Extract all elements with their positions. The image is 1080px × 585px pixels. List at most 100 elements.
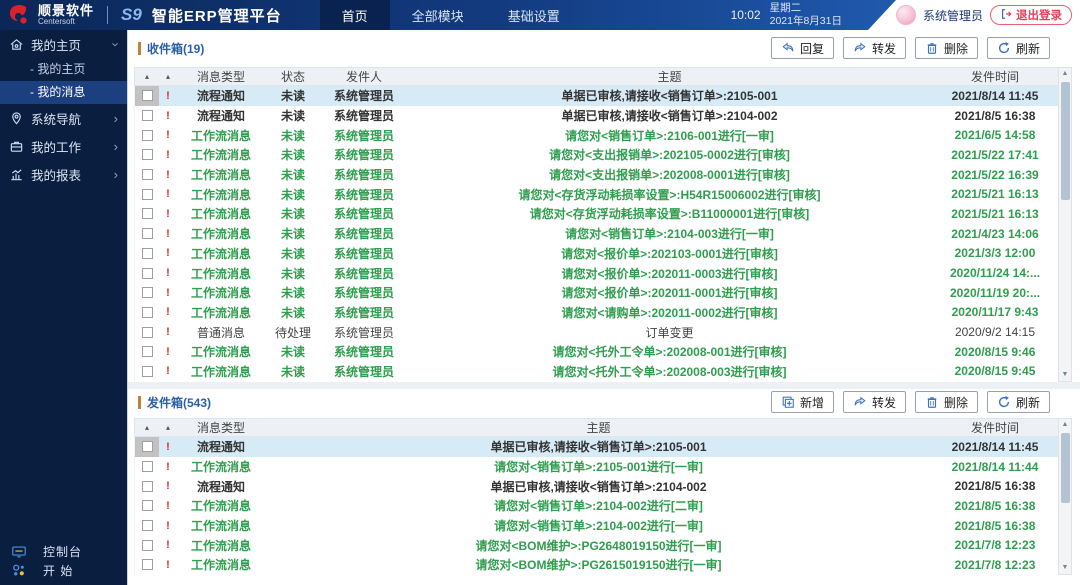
message-row[interactable]: !工作流消息请您对<BOM维护>:PG2615019150进行[一审]2021/… [135,555,1058,575]
sidebar-item[interactable]: 我的主页› [0,30,127,58]
checkbox[interactable] [142,520,153,531]
row-checkbox[interactable] [135,125,159,145]
checkbox[interactable] [142,189,153,200]
tab-全部模块[interactable]: 全部模块 [390,0,486,30]
message-row[interactable]: !工作流消息未读系统管理员请您对<支出报销单>:202105-0002进行[审核… [135,145,1058,165]
row-checkbox[interactable] [135,224,159,244]
col-header-time[interactable]: 发件时间 [932,68,1058,85]
message-row[interactable]: !工作流消息请您对<BOM维护>:PG2648019150进行[一审]2021/… [135,535,1058,555]
checkbox[interactable] [142,366,153,377]
forward-button[interactable]: 转发 [843,391,906,413]
message-row[interactable]: !工作流消息未读系统管理员请您对<报价单>:202011-0003进行[审核]2… [135,263,1058,283]
message-row[interactable]: !工作流消息未读系统管理员请您对<报价单>:202103-0001进行[审核]2… [135,244,1058,264]
col-header-type[interactable]: 消息类型 [177,68,265,85]
refresh-button[interactable]: 刷新 [987,391,1050,413]
row-checkbox[interactable] [135,244,159,264]
row-checkbox[interactable] [135,165,159,185]
checkbox[interactable] [142,110,153,121]
checkbox[interactable] [142,559,153,570]
col-header-type[interactable]: 消息类型 [177,419,265,436]
row-checkbox[interactable] [135,516,159,536]
checkbox[interactable] [142,441,153,452]
checkbox[interactable] [142,268,153,279]
row-checkbox[interactable] [135,342,159,362]
forward-button[interactable]: 转发 [843,37,906,59]
col-header-subject[interactable]: 主题 [407,68,932,85]
checkbox[interactable] [142,307,153,318]
row-checkbox[interactable] [135,263,159,283]
message-row[interactable]: !工作流消息未读系统管理员请您对<销售订单>:2104-003进行[一审]202… [135,224,1058,244]
select-all-icon[interactable]: ▴ [135,68,159,85]
row-checkbox[interactable] [135,184,159,204]
row-checkbox[interactable] [135,204,159,224]
message-row[interactable]: !工作流消息请您对<销售订单>:2105-001进行[一审]2021/8/14 … [135,457,1058,477]
sidebar-item[interactable]: 我的报表› [0,160,127,188]
refresh-button[interactable]: 刷新 [987,37,1050,59]
message-row[interactable]: !工作流消息未读系统管理员请您对<报价单>:202011-0001进行[审核]2… [135,283,1058,303]
row-checkbox[interactable] [135,437,159,457]
checkbox[interactable] [142,149,153,160]
inbox-scrollbar[interactable]: ▲ ▼ [1058,67,1072,382]
col-header-status[interactable]: 状态 [265,68,321,85]
checkbox[interactable] [142,248,153,259]
delete-button[interactable]: 删除 [915,37,978,59]
sidebar-footer-item[interactable]: 开 始 [0,561,127,580]
message-row[interactable]: !流程通知未读系统管理员单据已审核,请接收<销售订单>:2104-0022021… [135,106,1058,126]
scrollbar-thumb[interactable] [1061,433,1070,503]
message-row[interactable]: !普通消息待处理系统管理员订单变更2020/9/2 14:15 [135,322,1058,342]
checkbox[interactable] [142,90,153,101]
row-checkbox[interactable] [135,322,159,342]
row-checkbox[interactable] [135,283,159,303]
outbox-scrollbar[interactable]: ▲ ▼ [1058,418,1072,575]
row-checkbox[interactable] [135,535,159,555]
message-row[interactable]: !工作流消息未读系统管理员请您对<支出报销单>:202008-0001进行[审核… [135,165,1058,185]
sidebar-item[interactable]: 系统导航› [0,104,127,132]
checkbox[interactable] [142,461,153,472]
row-checkbox[interactable] [135,106,159,126]
message-row[interactable]: !工作流消息未读系统管理员请您对<托外工令单>:202008-003进行[审核]… [135,362,1058,382]
row-checkbox[interactable] [135,496,159,516]
row-checkbox[interactable] [135,362,159,382]
tab-基础设置[interactable]: 基础设置 [486,0,582,30]
delete-button[interactable]: 删除 [915,391,978,413]
logout-button[interactable]: 退出登录 [990,5,1072,25]
message-row[interactable]: !流程通知单据已审核,请接收<销售订单>:2104-0022021/8/5 16… [135,476,1058,496]
message-row[interactable]: !工作流消息请您对<销售订单>:2104-002进行[二审]2021/8/5 1… [135,496,1058,516]
col-header-subject[interactable]: 主题 [265,419,932,436]
scroll-up-icon[interactable]: ▲ [1059,68,1071,80]
row-checkbox[interactable] [135,303,159,323]
checkbox[interactable] [142,481,153,492]
scroll-up-icon[interactable]: ▲ [1059,419,1071,431]
sidebar-footer-item[interactable]: 控制台 [0,542,127,561]
message-row[interactable]: !工作流消息未读系统管理员请您对<存货浮动耗损率设置>:H54R15006002… [135,184,1058,204]
row-checkbox[interactable] [135,86,159,106]
checkbox[interactable] [142,287,153,298]
row-checkbox[interactable] [135,145,159,165]
row-checkbox[interactable] [135,476,159,496]
sidebar-subitem[interactable]: - 我的主页 [0,58,127,81]
checkbox[interactable] [142,327,153,338]
sidebar-item[interactable]: 我的工作› [0,132,127,160]
tab-首页[interactable]: 首页 [320,0,390,30]
select-all-icon[interactable]: ▴ [135,419,159,436]
message-row[interactable]: !流程通知单据已审核,请接收<销售订单>:2105-0012021/8/14 1… [135,437,1058,457]
checkbox[interactable] [142,540,153,551]
message-row[interactable]: !工作流消息未读系统管理员请您对<存货浮动耗损率设置>:B11000001进行[… [135,204,1058,224]
message-row[interactable]: !工作流消息请您对<销售订单>:2104-002进行[一审]2021/8/5 1… [135,516,1058,536]
checkbox[interactable] [142,130,153,141]
new-button[interactable]: 新增 [771,391,834,413]
checkbox[interactable] [142,500,153,511]
message-row[interactable]: !工作流消息未读系统管理员请您对<销售订单>:2106-001进行[一审]202… [135,125,1058,145]
message-row[interactable]: !工作流消息未读系统管理员请您对<托外工令单>:202008-001进行[审核]… [135,342,1058,362]
sidebar-subitem[interactable]: - 我的消息 [0,81,127,104]
checkbox[interactable] [142,169,153,180]
checkbox[interactable] [142,346,153,357]
reply-button[interactable]: 回复 [771,37,834,59]
scroll-down-icon[interactable]: ▼ [1059,562,1071,574]
col-header-sender[interactable]: 发件人 [321,68,407,85]
message-row[interactable]: !流程通知未读系统管理员单据已审核,请接收<销售订单>:2105-0012021… [135,86,1058,106]
col-header-time[interactable]: 发件时间 [932,419,1058,436]
message-row[interactable]: !工作流消息未读系统管理员请您对<请购单>:202011-0002进行[审核]2… [135,303,1058,323]
checkbox[interactable] [142,228,153,239]
scrollbar-thumb[interactable] [1061,82,1070,200]
